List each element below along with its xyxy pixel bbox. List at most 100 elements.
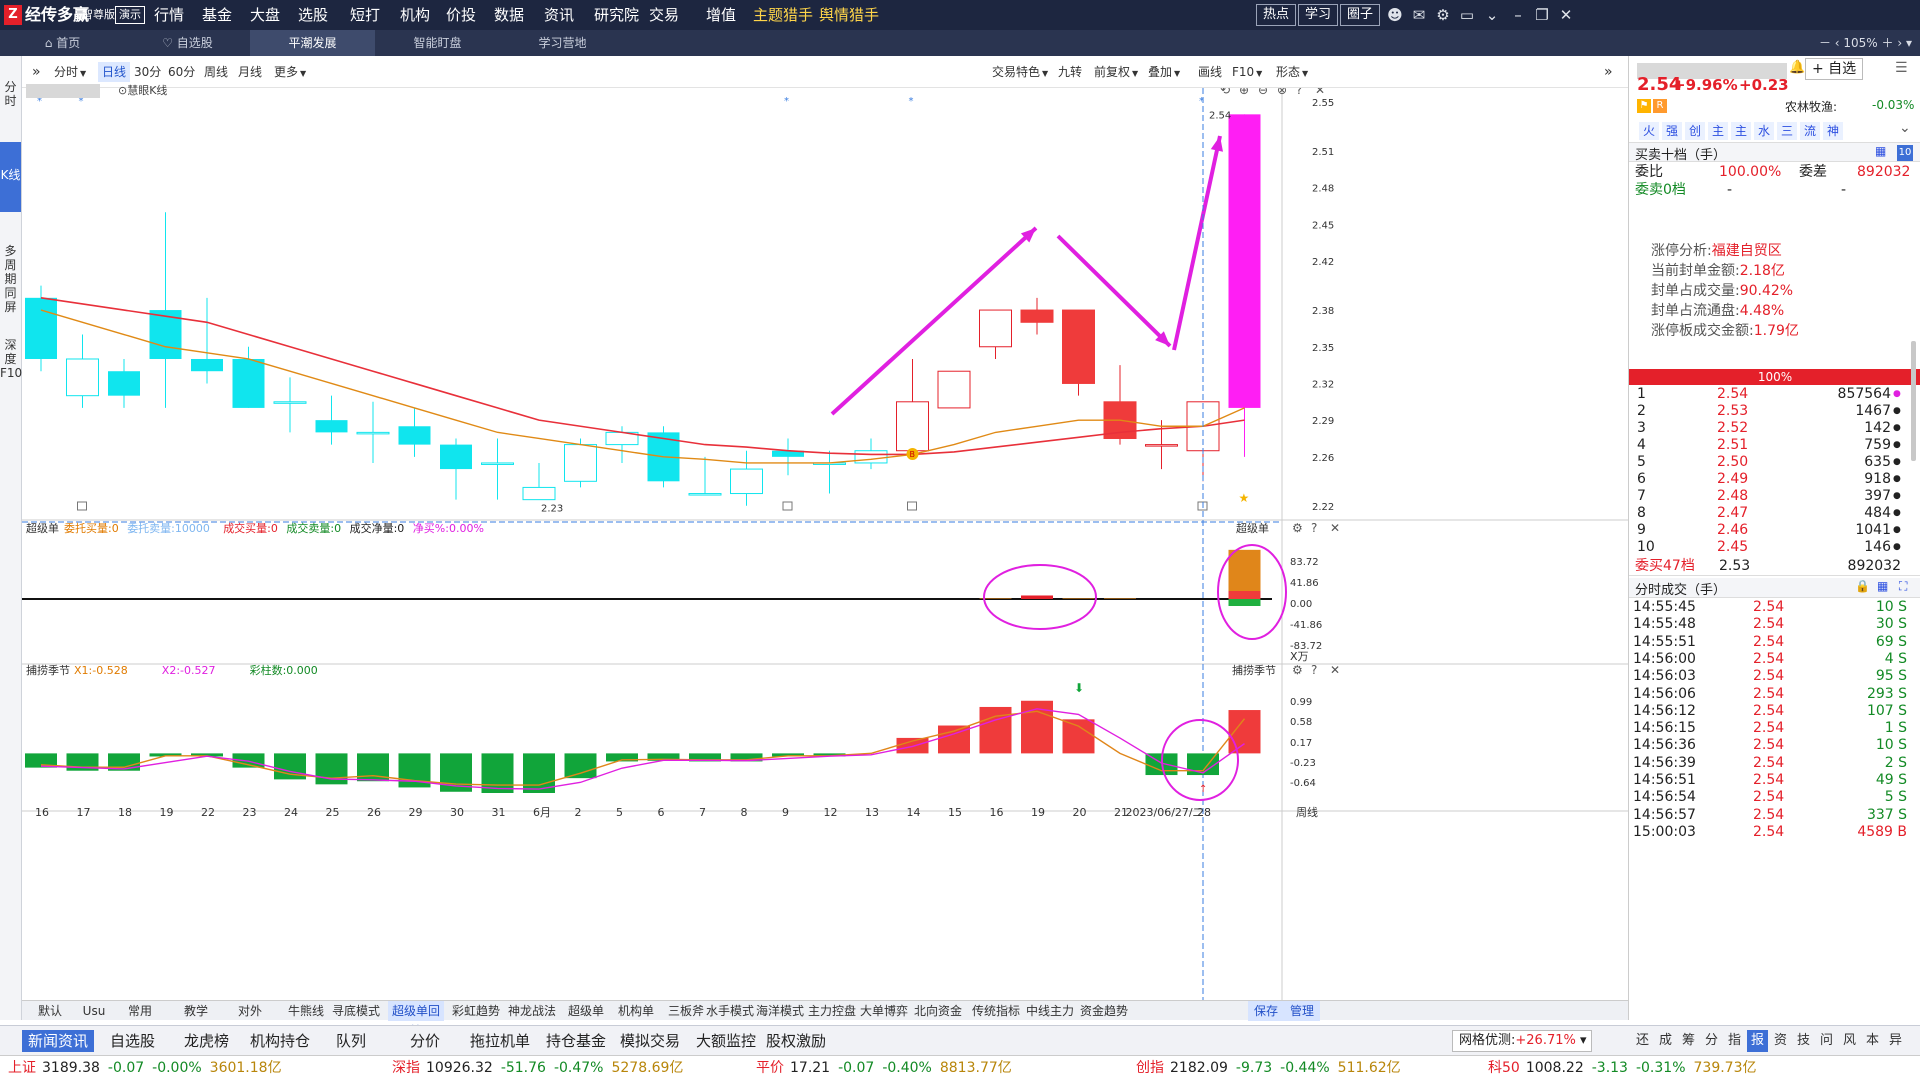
screen-icon[interactable]: ▭ xyxy=(1455,3,1479,27)
panel-switch-tab[interactable]: 分 xyxy=(1701,1030,1722,1052)
index-quote[interactable]: 上证 3189.38 -0.07 -0.00% 3601.18亿 xyxy=(8,1056,282,1081)
indicator-tab[interactable]: 对外 xyxy=(222,1001,278,1021)
top-menu-item[interactable]: 大盘 xyxy=(242,0,288,30)
side-tab-kline[interactable]: K线 xyxy=(0,142,21,212)
level-10-button[interactable]: 10 xyxy=(1897,145,1913,161)
indicator-selector[interactable]: ⊙慧眼K线 xyxy=(118,82,167,98)
quote-sub-tab[interactable]: 水 xyxy=(1754,122,1774,140)
user-icon[interactable]: ☻ xyxy=(1383,3,1407,27)
indicator-tab[interactable]: 中线主力 xyxy=(1022,1001,1078,1021)
expand-icon[interactable]: » xyxy=(28,62,45,82)
scrollbar[interactable] xyxy=(1911,341,1916,461)
quote-sub-tab[interactable]: 火 xyxy=(1639,122,1659,140)
kline-chart-area[interactable]: 2.55 2.51 2.48 2.45 2.42 2.38 2.35 2.32 2.29 2.26… xyxy=(22,83,1628,1020)
tab-learning[interactable]: 学习营地 xyxy=(500,30,625,56)
mail-icon[interactable]: ✉ xyxy=(1407,3,1431,27)
panel-switch-tab[interactable]: 风 xyxy=(1839,1030,1860,1052)
top-menu-item[interactable]: 行情 xyxy=(146,0,192,30)
top-menu-item[interactable]: 价投 xyxy=(438,0,484,30)
indicator-tab[interactable]: 寻底模式 xyxy=(328,1001,384,1021)
panel-switch-tab[interactable]: 报 xyxy=(1747,1030,1768,1052)
tab-watchlist[interactable]: ♡ 自选股 xyxy=(125,30,250,56)
index-quote[interactable]: 科50 1008.22 -3.13 -0.31% 739.73亿 xyxy=(1488,1056,1757,1081)
period-0[interactable]: 分时 ▼ xyxy=(50,62,90,82)
minimize-icon[interactable]: – xyxy=(1506,3,1530,27)
indicator-tab[interactable]: 神龙战法 xyxy=(504,1001,560,1021)
news-tab[interactable]: 大额监控 xyxy=(690,1030,762,1052)
circle-button[interactable]: 圈子 xyxy=(1340,4,1381,26)
zoom-out-icon[interactable]: － ‹ xyxy=(1819,36,1843,50)
collapse-icon[interactable]: » xyxy=(1600,62,1617,82)
quote-sub-tab[interactable]: 神 xyxy=(1823,122,1843,140)
indicator-tab[interactable]: 常用 xyxy=(112,1001,168,1021)
top-menu-item[interactable]: 选股 xyxy=(290,0,336,30)
top-menu-item[interactable]: 资讯 xyxy=(536,0,582,30)
chart-tool-3[interactable]: 叠加 ▼ xyxy=(1144,62,1184,82)
indicator-tab[interactable]: 主力控盘 xyxy=(804,1001,860,1021)
restore-icon[interactable]: ❐ xyxy=(1530,3,1554,27)
quote-sub-tab[interactable]: 主 xyxy=(1731,122,1751,140)
study-button[interactable]: 学习 xyxy=(1298,4,1339,26)
indicator-tab[interactable]: 机构单 xyxy=(608,1001,664,1021)
period-5[interactable]: 月线 xyxy=(234,62,266,82)
news-tab[interactable]: 机构持仓 xyxy=(244,1030,316,1052)
period-3[interactable]: 60分 xyxy=(164,62,199,82)
zoom-in-icon[interactable]: ＋ › ▾ xyxy=(1878,36,1912,50)
period-1[interactable]: 日线 xyxy=(98,62,131,82)
indicator-tab[interactable]: 资金趋势 xyxy=(1076,1001,1132,1021)
index-quote[interactable]: 创指 2182.09 -9.73 -0.44% 511.62亿 xyxy=(1136,1056,1401,1081)
top-menu-item[interactable]: 数据 xyxy=(486,0,532,30)
panel-switch-tab[interactable]: 技 xyxy=(1793,1030,1814,1052)
period-2[interactable]: 30分 xyxy=(130,62,165,82)
panel-switch-tab[interactable]: 还 xyxy=(1632,1030,1653,1052)
indicator-tab[interactable]: 彩虹趋势 xyxy=(448,1001,504,1021)
indicator-tab[interactable]: 海洋模式 xyxy=(752,1001,808,1021)
panel-switch-tab[interactable]: 问 xyxy=(1816,1030,1837,1052)
news-tab[interactable]: 拖拉机单 xyxy=(464,1030,536,1052)
panel-switch-tab[interactable]: 资 xyxy=(1770,1030,1791,1052)
index-quote[interactable]: 深指 10926.32 -51.76 -0.47% 5278.69亿 xyxy=(392,1056,683,1081)
close-icon[interactable]: ✕ xyxy=(1554,3,1578,27)
period-6[interactable]: 更多 ▼ xyxy=(270,62,310,82)
chart-tool-5[interactable]: F10 ▼ xyxy=(1228,62,1266,82)
indicator-tab[interactable]: 水手模式 xyxy=(702,1001,758,1021)
chart-tool-2[interactable]: 前复权 ▼ xyxy=(1090,62,1142,82)
calc-icon[interactable]: ▦ xyxy=(1877,579,1888,593)
more-icon[interactable]: ☰ xyxy=(1895,60,1908,76)
news-tab[interactable]: 模拟交易 xyxy=(614,1030,686,1052)
quote-sub-tab[interactable]: 创 xyxy=(1685,122,1705,140)
quote-sub-tab[interactable]: 强 xyxy=(1662,122,1682,140)
panel-switch-tab[interactable]: 筹 xyxy=(1678,1030,1699,1052)
indicator-tab[interactable]: 北向资金 xyxy=(910,1001,966,1021)
chart-tool-4[interactable]: 画线 xyxy=(1194,62,1226,82)
top-menu-item[interactable]: 研究院 xyxy=(586,0,647,30)
top-menu-item[interactable]: 机构 xyxy=(392,0,438,30)
quote-sub-tab[interactable]: 主 xyxy=(1708,122,1728,140)
add-watchlist-button[interactable]: + 自选 xyxy=(1805,58,1864,80)
calc-icon[interactable]: ▦ xyxy=(1875,144,1886,158)
chart-tool-6[interactable]: 形态 ▼ xyxy=(1272,62,1312,82)
news-tab[interactable]: 股权激励 xyxy=(760,1030,832,1052)
news-tab[interactable]: 自选股 xyxy=(104,1030,161,1052)
index-quote[interactable]: 平价 17.21 -0.07 -0.40% 8813.77亿 xyxy=(756,1056,1012,1081)
lock-icon[interactable]: 🔒 xyxy=(1855,579,1870,593)
tab-pingchao[interactable]: 平潮发展 xyxy=(250,30,375,56)
chart-tool-0[interactable]: 交易特色 ▼ xyxy=(988,62,1052,82)
panel-switch-tab[interactable]: 指 xyxy=(1724,1030,1745,1052)
top-menu-item[interactable]: 主题猎手 xyxy=(745,0,821,30)
network-speed[interactable]: 网格优测:+26.71% ▾ xyxy=(1452,1030,1592,1052)
top-menu-item[interactable]: 舆情猎手 xyxy=(811,0,887,30)
side-tab-multi-period[interactable]: 多周期同屏 xyxy=(0,242,21,322)
news-tab[interactable]: 队列 xyxy=(330,1030,372,1052)
chevron-down-icon[interactable]: ⌄ xyxy=(1480,3,1504,27)
indicator-tab[interactable]: 管理 xyxy=(1284,1001,1320,1021)
news-tab[interactable]: 新闻资讯 xyxy=(22,1030,95,1052)
top-menu-item[interactable]: 增值 xyxy=(698,0,744,30)
news-tab[interactable]: 持仓基金 xyxy=(540,1030,612,1052)
indicator-tab[interactable]: 保存 xyxy=(1248,1001,1284,1021)
panel-switch-tab[interactable]: 本 xyxy=(1862,1030,1883,1052)
quote-sub-tab[interactable]: 三 xyxy=(1777,122,1797,140)
top-menu-item[interactable]: 基金 xyxy=(194,0,240,30)
hot-button[interactable]: 热点 xyxy=(1256,4,1297,26)
top-menu-item[interactable]: 交易 xyxy=(641,0,687,30)
